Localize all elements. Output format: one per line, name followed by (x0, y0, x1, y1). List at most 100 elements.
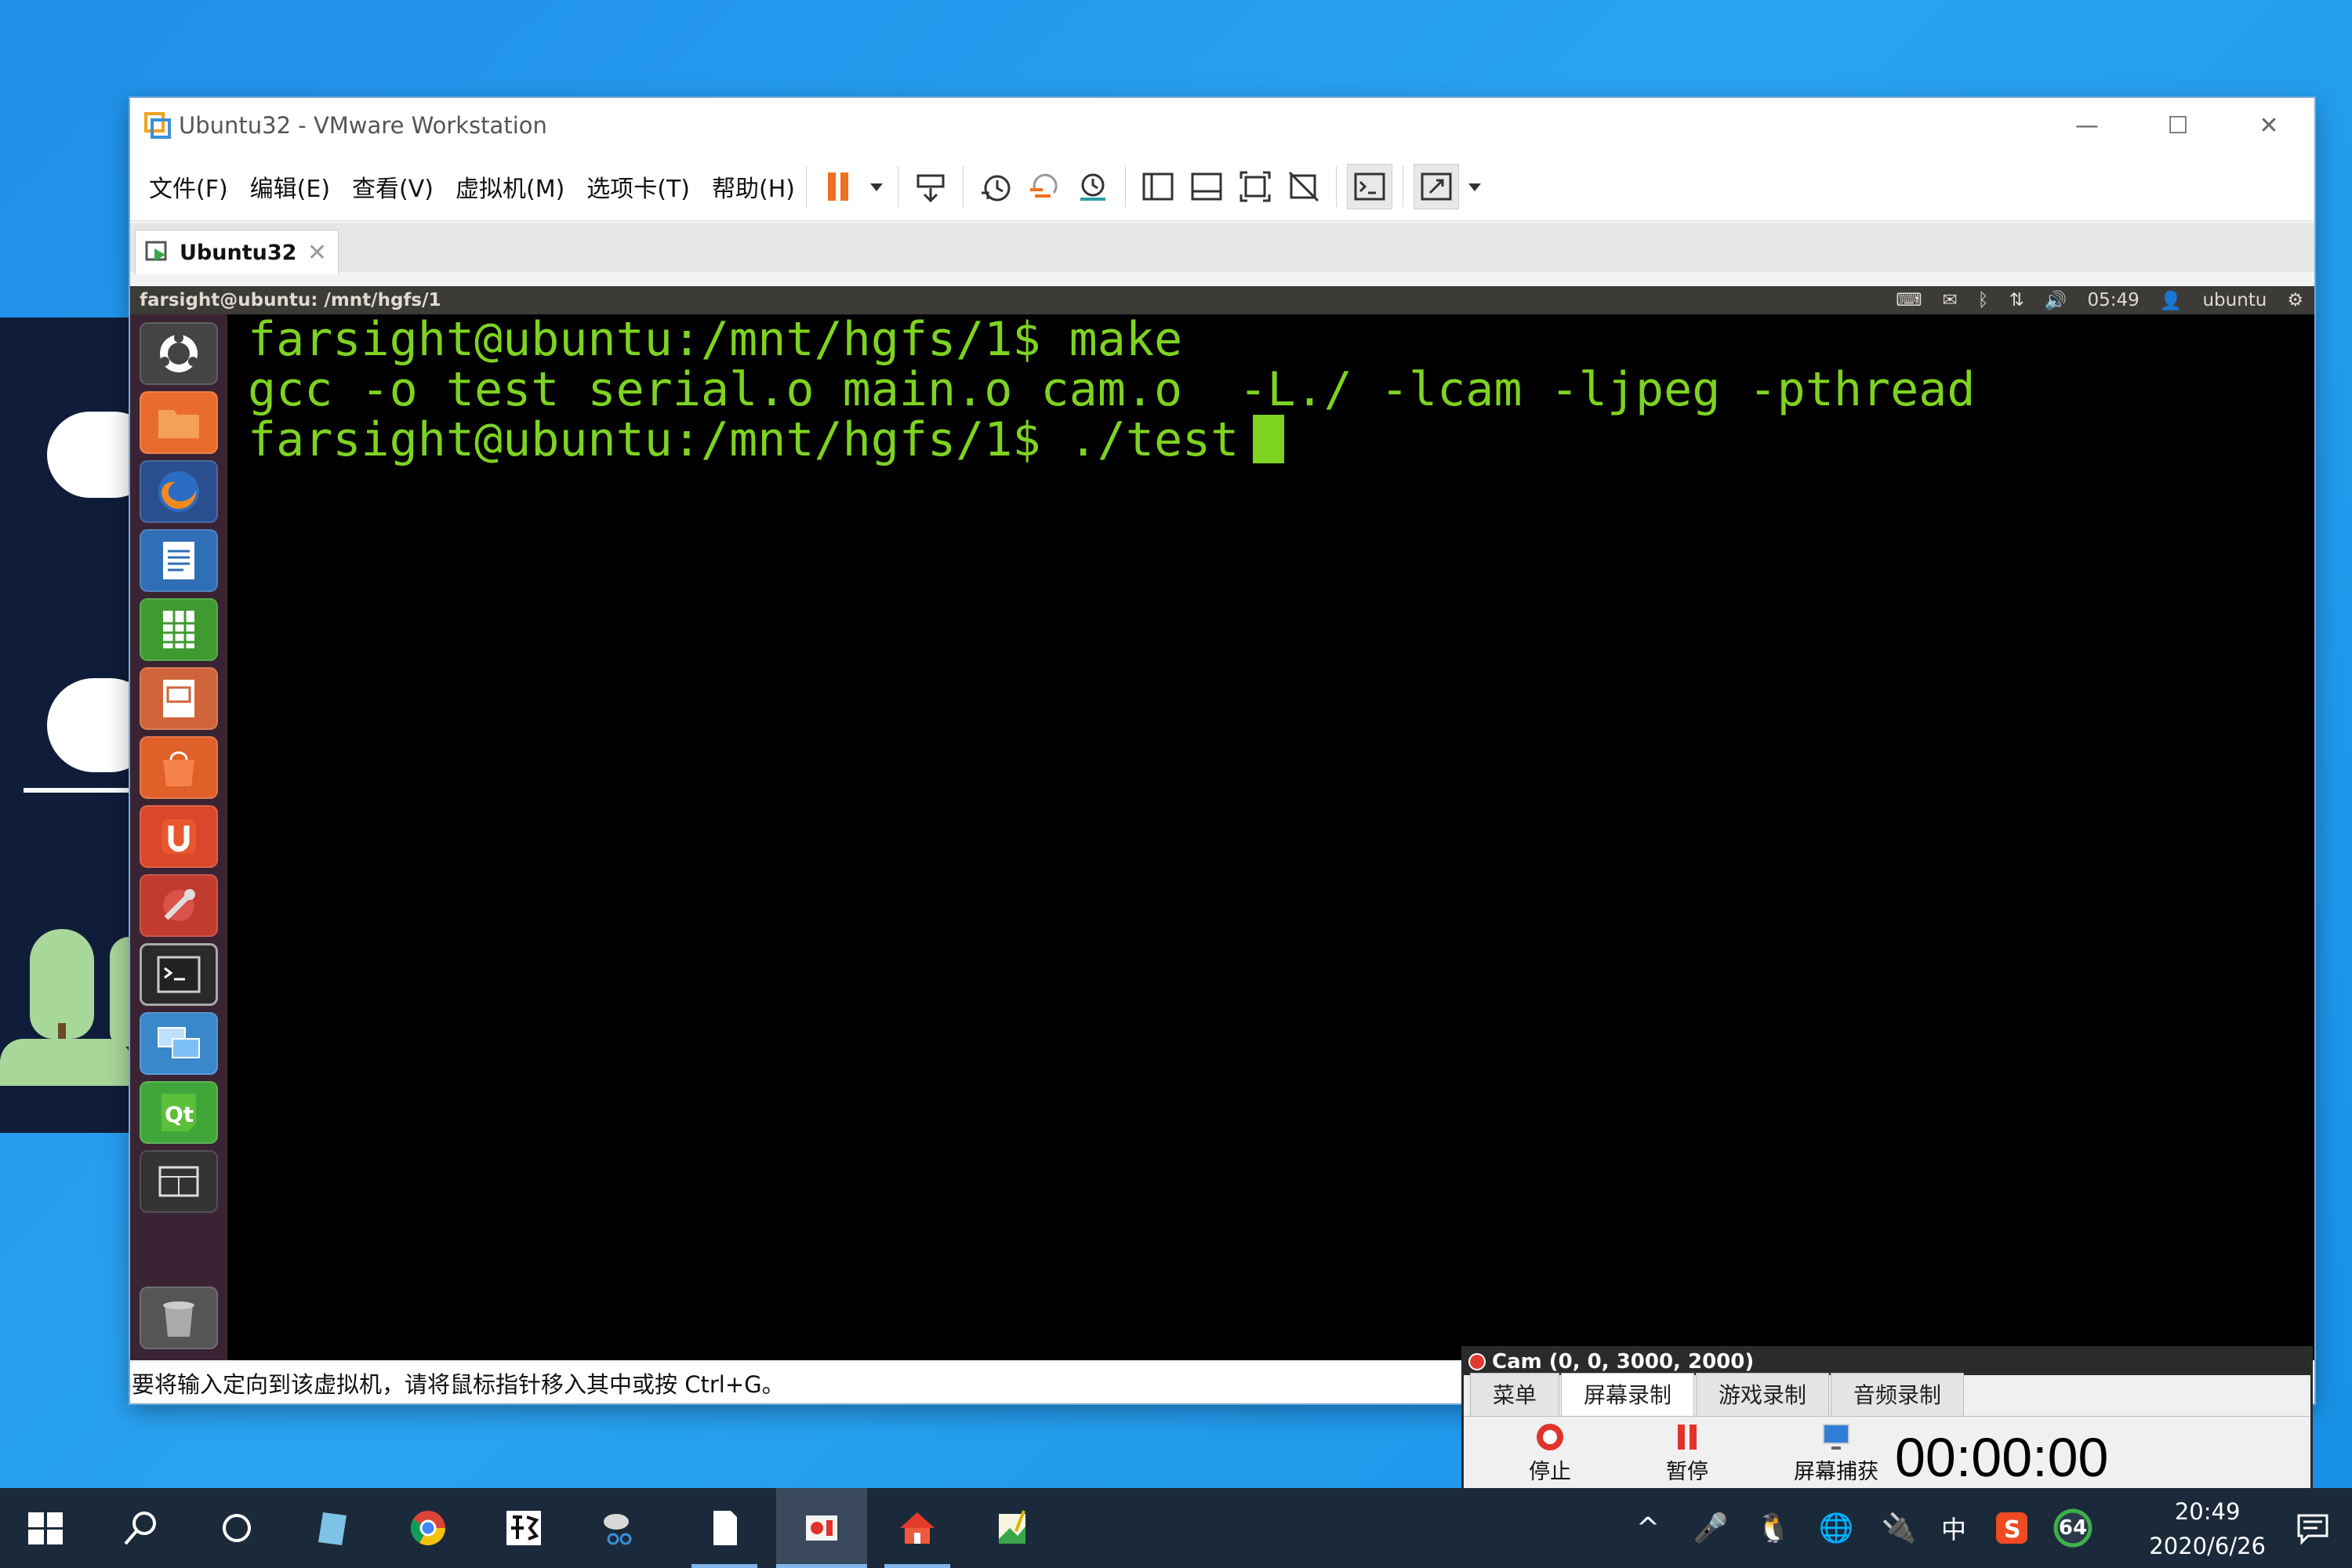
terminal-line: farsight@ubuntu:/mnt/hgfs/1$ make (248, 312, 1183, 367)
launcher-workspace-switcher[interactable] (140, 1150, 218, 1213)
terminal-cursor (1253, 415, 1285, 463)
windows-logo-icon (28, 1512, 63, 1544)
power-plug-icon[interactable]: 🔌 (1882, 1488, 1917, 1568)
menu-view[interactable]: 查看(V) (352, 169, 434, 204)
fullscreen-icon (1240, 171, 1271, 202)
launcher-dash[interactable] (140, 322, 218, 385)
menu-file[interactable]: 文件(F) (149, 169, 228, 204)
taskbar-app-notes[interactable] (287, 1488, 378, 1568)
library-view-button[interactable] (1136, 165, 1180, 209)
launcher-calc[interactable] (140, 598, 218, 661)
launcher-files[interactable] (140, 391, 218, 454)
launcher-firefox[interactable] (140, 460, 218, 523)
thumbnail-bar-button[interactable] (1185, 165, 1229, 209)
unity-button[interactable] (1282, 165, 1326, 209)
tree-shape (110, 937, 132, 1047)
ocam-pause-button[interactable]: 暂停 (1640, 1421, 1734, 1485)
zheng-calligraphy-icon (506, 1511, 541, 1545)
pause-icon (1678, 1425, 1697, 1450)
user-icon: 👤 (2159, 290, 2183, 311)
taskbar-app-chrome[interactable] (383, 1488, 474, 1568)
bluetooth-icon[interactable]: ᛒ (1978, 290, 1989, 310)
snapshot-manager-icon (1080, 173, 1105, 201)
launcher-terminal[interactable] (140, 943, 218, 1006)
ubuntu-tray: ⌨ ✉ ᛒ ⇅ 🔊 05:49 👤 ubuntu ⚙ (1896, 286, 2303, 314)
volume-icon[interactable]: 🔊 (2045, 290, 2067, 311)
vmware-window: Ubuntu32 - VMware Workstation — ☐ ✕ 文件(F… (130, 98, 2314, 1403)
ocam-tab-screen-record[interactable]: 屏幕录制 (1561, 1373, 1695, 1416)
tab-ubuntu32[interactable]: Ubuntu32 ✕ (135, 230, 339, 274)
notification-center-button[interactable] (2289, 1488, 2336, 1568)
terminal-output[interactable]: farsight@ubuntu:/mnt/hgfs/1$ make gcc -o… (232, 314, 2314, 1360)
menu-help[interactable]: 帮助(H) (712, 169, 795, 204)
task-view-button[interactable] (191, 1488, 282, 1568)
microphone-icon[interactable]: 🎤 (1693, 1488, 1729, 1568)
taskbar-app-zheng[interactable] (478, 1488, 569, 1568)
ocam-tab-audio-record[interactable]: 音频录制 (1831, 1373, 1965, 1416)
show-hidden-icons-button[interactable]: ^ (1631, 1488, 1665, 1568)
ocam-tab-game-record[interactable]: 游戏录制 (1696, 1373, 1830, 1416)
menu-edit[interactable]: 编辑(E) (250, 169, 330, 204)
maximize-button[interactable]: ☐ (2132, 98, 2223, 153)
launcher-impress[interactable] (140, 667, 218, 730)
tab-label: Ubuntu32 (180, 240, 297, 265)
blank-document-icon (713, 1511, 737, 1545)
taskbar-app-image-editor[interactable] (967, 1488, 1058, 1568)
taskbar-app-document[interactable] (679, 1488, 770, 1568)
ocam-app-icon (806, 1515, 837, 1541)
network-icon[interactable]: ⇅ (2009, 290, 2024, 310)
launcher-trash[interactable] (140, 1287, 218, 1349)
presentation-icon (163, 680, 194, 717)
qq-penguin-icon[interactable]: 🐧 (1756, 1488, 1791, 1568)
guest-screen[interactable]: farsight@ubuntu: /mnt/hgfs/1 ⌨ ✉ ᛒ ⇅ 🔊 0… (130, 286, 2314, 1360)
ocam-stop-button[interactable]: 停止 (1503, 1421, 1597, 1485)
tree-shape (30, 929, 94, 1039)
menu-tabs[interactable]: 选项卡(T) (586, 169, 690, 204)
close-button[interactable]: ✕ (2223, 98, 2314, 153)
launcher-writer[interactable] (140, 529, 218, 592)
ocam-title-bar[interactable]: Cam (0, 0, 3000, 2000) (1464, 1348, 2310, 1375)
tab-close-button[interactable]: ✕ (307, 239, 327, 267)
ocam-tab-menu[interactable]: 菜单 (1470, 1373, 1560, 1416)
stretch-guest-button[interactable] (1413, 164, 1459, 209)
menu-vm[interactable]: 虚拟机(M) (456, 169, 564, 204)
taskbar-app-snipping[interactable] (574, 1488, 665, 1568)
launcher-ubuntu-one[interactable] (140, 805, 218, 868)
settings-gear-icon[interactable]: ⚙ (2287, 290, 2303, 310)
launcher-system-settings[interactable] (140, 874, 218, 937)
launcher-remote-desktop[interactable] (140, 1012, 218, 1075)
panel-clock[interactable]: 05:49 (2088, 290, 2140, 310)
minimize-button[interactable]: — (2042, 98, 2132, 153)
taskbar-clock[interactable]: 20:49 2020/6/26 (2149, 1494, 2266, 1563)
start-button[interactable] (0, 1488, 91, 1568)
console-view-button[interactable] (1346, 164, 1392, 209)
unity-icon (1288, 171, 1319, 202)
taskbar-app-ocam[interactable] (776, 1488, 867, 1568)
launcher-software-center[interactable] (140, 736, 218, 799)
ocam-capture-button[interactable]: 屏幕捕获 (1777, 1421, 1895, 1485)
sogou-ime-icon[interactable]: S (1991, 1488, 2032, 1568)
launcher-qt-creator[interactable]: Qt (140, 1081, 218, 1144)
send-ctrl-alt-del-button[interactable] (909, 165, 953, 209)
security-badge[interactable]: 64 (2051, 1488, 2095, 1568)
panel-user[interactable]: ubuntu (2202, 290, 2267, 310)
terminal-line: farsight@ubuntu:/mnt/hgfs/1$ ./test (248, 412, 1240, 467)
taskbar-app-home[interactable] (872, 1488, 963, 1568)
bush-shape (0, 1039, 132, 1086)
snapshot-manager-button[interactable] (1071, 165, 1115, 209)
ocam-recorder-window: Cam (0, 0, 3000, 2000) 菜单 屏幕录制 游戏录制 音频录制… (1461, 1346, 2313, 1497)
ime-indicator[interactable]: 中 (1936, 1488, 1971, 1568)
revert-snapshot-button[interactable] (1022, 165, 1066, 209)
pause-button[interactable] (817, 165, 861, 209)
keyboard-icon[interactable]: ⌨ (1896, 290, 1922, 310)
scissors-icon (604, 1514, 632, 1545)
desktop-wallpaper-art (0, 318, 132, 1133)
snapshot-button[interactable] (974, 165, 1018, 209)
mail-icon[interactable]: ✉ (1942, 290, 1957, 310)
pause-dropdown-button[interactable] (866, 165, 887, 209)
fullscreen-button[interactable] (1233, 165, 1277, 209)
stretch-dropdown-button[interactable] (1464, 165, 1486, 209)
search-button[interactable] (96, 1488, 187, 1568)
ubuntu-one-icon (162, 819, 196, 854)
globe-network-icon[interactable]: 🌐 (1819, 1488, 1854, 1568)
